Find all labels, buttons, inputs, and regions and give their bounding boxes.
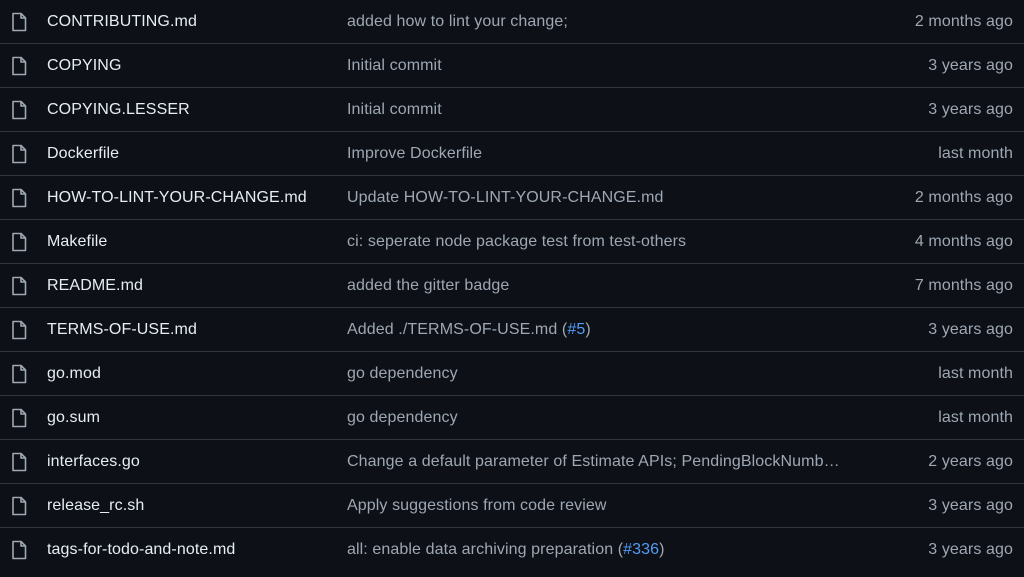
commit-time: 3 years ago [928, 321, 1013, 338]
file-row[interactable]: COPYING.LESSER Initial commit 3 years ag… [0, 88, 1024, 132]
commit-message-link[interactable]: Change a default parameter of Estimate A… [347, 440, 877, 483]
commit-message-text[interactable]: Improve Dockerfile [347, 145, 482, 162]
commit-message-link[interactable]: ci: seperate node package test from test… [347, 220, 877, 263]
file-name-link[interactable]: release_rc.sh [47, 484, 144, 527]
commit-message-link[interactable]: go dependency [347, 396, 877, 439]
commit-time: last month [938, 365, 1013, 382]
file-name-link[interactable]: Dockerfile [47, 132, 119, 175]
file-name-link[interactable]: README.md [47, 264, 143, 307]
file-row[interactable]: HOW-TO-LINT-YOUR-CHANGE.md Update HOW-TO… [0, 176, 1024, 220]
file-name-link[interactable]: go.sum [47, 396, 100, 439]
commit-message-text[interactable]: Change a default parameter of Estimate A… [347, 453, 840, 470]
file-name-link[interactable]: COPYING.LESSER [47, 88, 190, 131]
file-row[interactable]: go.sum go dependency last month [0, 396, 1024, 440]
file-name-link[interactable]: COPYING [47, 44, 122, 87]
commit-time: 2 months ago [914, 13, 1013, 30]
file-name-link[interactable]: HOW-TO-LINT-YOUR-CHANGE.md [47, 176, 307, 219]
file-name-link[interactable]: CONTRIBUTING.md [47, 0, 197, 43]
file-icon [11, 540, 27, 560]
file-row[interactable]: release_rc.sh Apply suggestions from cod… [0, 484, 1024, 528]
file-row[interactable]: Dockerfile Improve Dockerfile last month [0, 132, 1024, 176]
file-icon [11, 144, 27, 164]
commit-message-link[interactable]: all: enable data archiving preparation (… [347, 528, 877, 571]
commit-message-link[interactable]: go dependency [347, 352, 877, 395]
commit-message-text[interactable]: added how to lint your change; [347, 13, 568, 30]
file-row[interactable]: tags-for-todo-and-note.md all: enable da… [0, 528, 1024, 571]
file-icon [11, 320, 27, 340]
file-icon [11, 56, 27, 76]
commit-time: 2 months ago [914, 189, 1013, 206]
commit-time: 4 months ago [914, 233, 1013, 250]
commit-message-link[interactable]: added how to lint your change; [347, 0, 877, 43]
commit-time: last month [938, 409, 1013, 426]
commit-message-text[interactable]: go dependency [347, 365, 458, 382]
file-icon [11, 496, 27, 516]
commit-message-text[interactable]: Apply suggestions from code review [347, 497, 607, 514]
file-icon [11, 100, 27, 120]
file-row[interactable]: Makefile ci: seperate node package test … [0, 220, 1024, 264]
commit-message-link[interactable]: added the gitter badge [347, 264, 877, 307]
commit-message-text[interactable]: Update HOW-TO-LINT-YOUR-CHANGE.md [347, 189, 664, 206]
pull-request-link[interactable]: #5 [567, 321, 585, 338]
file-row[interactable]: go.mod go dependency last month [0, 352, 1024, 396]
commit-message-text[interactable]: Initial commit [347, 57, 442, 74]
commit-message-link[interactable]: Update HOW-TO-LINT-YOUR-CHANGE.md [347, 176, 877, 219]
commit-message-link[interactable]: Initial commit [347, 44, 877, 87]
file-row[interactable]: CONTRIBUTING.md added how to lint your c… [0, 0, 1024, 44]
commit-message-text[interactable]: all: enable data archiving preparation ( [347, 541, 623, 558]
commit-time: 3 years ago [928, 57, 1013, 74]
commit-time: 2 years ago [928, 453, 1013, 470]
pull-request-link[interactable]: #336 [623, 541, 659, 558]
file-icon [11, 232, 27, 252]
file-row[interactable]: TERMS-OF-USE.md Added ./TERMS-OF-USE.md … [0, 308, 1024, 352]
commit-message-link[interactable]: Improve Dockerfile [347, 132, 877, 175]
file-name-link[interactable]: interfaces.go [47, 440, 140, 483]
commit-message-text[interactable]: go dependency [347, 409, 458, 426]
file-icon [11, 188, 27, 208]
commit-time: last month [938, 145, 1013, 162]
file-icon [11, 276, 27, 296]
file-icon [11, 408, 27, 428]
commit-message-text[interactable]: added the gitter badge [347, 277, 509, 294]
file-icon [11, 12, 27, 32]
commit-message-suffix: ) [659, 541, 665, 558]
file-row[interactable]: COPYING Initial commit 3 years ago [0, 44, 1024, 88]
file-name-link[interactable]: TERMS-OF-USE.md [47, 308, 197, 351]
commit-message-link[interactable]: Apply suggestions from code review [347, 484, 877, 527]
commit-message-text[interactable]: Initial commit [347, 101, 442, 118]
commit-message-suffix: ) [585, 321, 591, 338]
file-name-link[interactable]: go.mod [47, 352, 101, 395]
file-row[interactable]: interfaces.go Change a default parameter… [0, 440, 1024, 484]
commit-message-text[interactable]: ci: seperate node package test from test… [347, 233, 686, 250]
commit-message-link[interactable]: Added ./TERMS-OF-USE.md (#5) [347, 308, 877, 351]
file-icon [11, 364, 27, 384]
file-list: CONTRIBUTING.md added how to lint your c… [0, 0, 1024, 577]
file-name-link[interactable]: Makefile [47, 220, 107, 263]
file-icon [11, 452, 27, 472]
commit-time: 3 years ago [928, 497, 1013, 514]
file-name-link[interactable]: tags-for-todo-and-note.md [47, 528, 235, 571]
commit-time: 3 years ago [928, 101, 1013, 118]
file-row[interactable]: README.md added the gitter badge 7 month… [0, 264, 1024, 308]
commit-time: 7 months ago [914, 277, 1013, 294]
commit-message-text[interactable]: Added ./TERMS-OF-USE.md ( [347, 321, 567, 338]
commit-message-link[interactable]: Initial commit [347, 88, 877, 131]
commit-time: 3 years ago [928, 541, 1013, 558]
